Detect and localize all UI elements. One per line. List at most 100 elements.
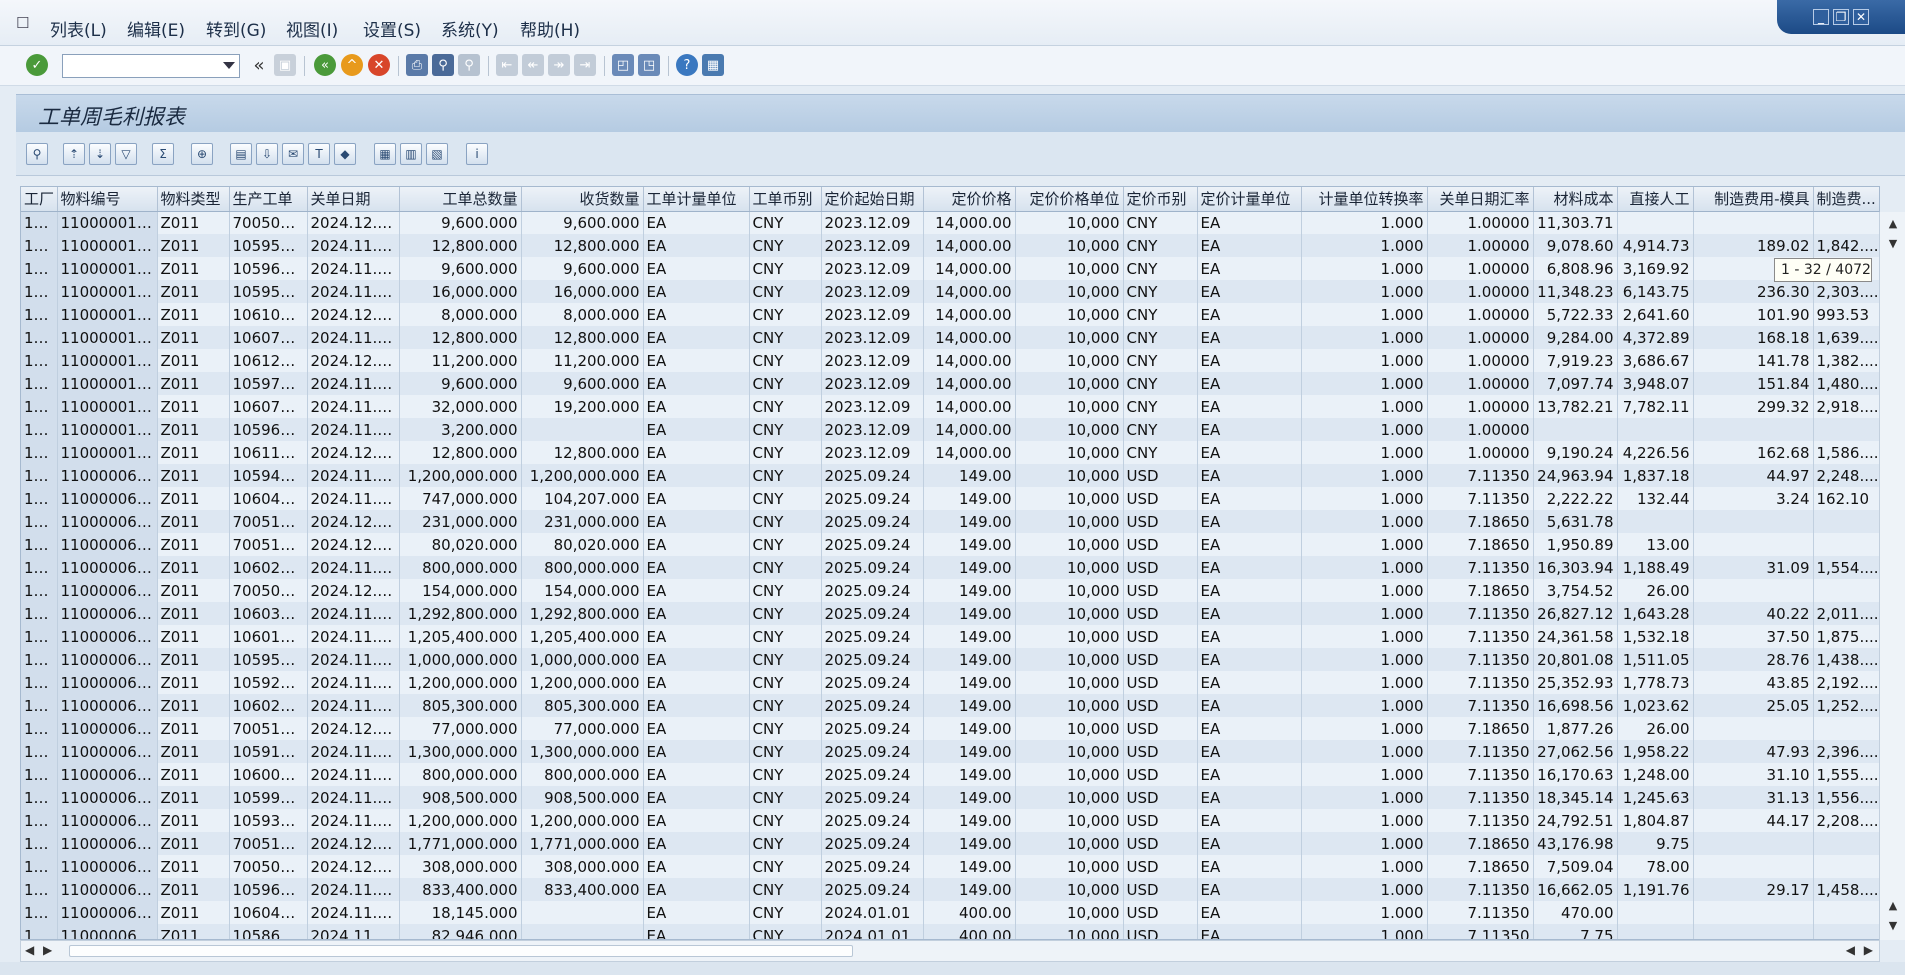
table-cell[interactable]: 1001 [21,855,58,878]
table-cell[interactable]: 1001 [21,510,58,533]
table-cell[interactable]: 1100000152 [57,372,158,395]
table-cell[interactable]: CNY [749,303,822,326]
table-cell[interactable]: 1100000686 [57,924,158,939]
table-cell[interactable]: EA [1197,717,1302,740]
table-cell[interactable]: EA [643,694,750,717]
table-cell[interactable]: 1.000 [1301,878,1428,901]
table-cell[interactable]: 7,509.04 [1533,855,1618,878]
table-cell[interactable]: CNY [749,326,822,349]
table-cell[interactable]: 149.00 [923,809,1016,832]
table-row[interactable]: 10011100000669Z011700509872024.12.03154,… [21,579,1879,602]
table-cell[interactable]: 26,827.12 [1533,602,1618,625]
scroll-left-icon[interactable]: ◀ [25,943,34,957]
table-cell[interactable]: 37.50 [1693,625,1814,648]
table-cell[interactable]: 1001 [21,556,58,579]
column-header[interactable]: 计量单位转换率 [1301,187,1428,212]
table-cell[interactable]: 2025.09.24 [821,855,924,878]
table-cell[interactable]: 189.02 [1693,234,1814,257]
table-cell[interactable] [1693,717,1814,740]
table-cell[interactable]: 12,800.000 [399,326,522,349]
table-cell[interactable]: 10,000 [1015,763,1124,786]
table-cell[interactable]: EA [1197,510,1302,533]
alv-grid[interactable]: 工厂 物料编号 物料类型 生产工单 关单日期 工单总数量 收货数量 工单计量单位 工单币别 定价起… [20,186,1880,940]
table-row[interactable]: 10011100000669Z011106038472024.11.271,29… [21,602,1879,625]
table-cell[interactable]: 1100000669 [57,487,158,510]
table-cell[interactable]: 2,208.... [1813,809,1879,832]
table-cell[interactable]: 7.11350 [1427,556,1534,579]
table-cell[interactable]: 82,946.000 [399,924,522,939]
table-cell[interactable]: CNY [749,901,822,924]
table-cell[interactable]: 2023.12.09 [821,280,924,303]
table-cell[interactable]: 78.00 [1617,855,1694,878]
table-row[interactable]: 10011100000669Z011105943022024.11.161,20… [21,464,1879,487]
table-cell[interactable]: 2,918.... [1813,395,1879,418]
table-cell[interactable]: 14,000.00 [923,395,1016,418]
table-cell[interactable]: 2024.11.20 [307,878,400,901]
table-cell[interactable]: 1.000 [1301,901,1428,924]
horizontal-scrollbar[interactable]: ◀ ▶ ◀ ▶ [20,940,1880,962]
table-cell[interactable]: 1001 [21,349,58,372]
table-cell[interactable]: 2024.12.09 [307,510,400,533]
table-cell[interactable]: CNY [749,510,822,533]
table-row[interactable]: 10011100000669Z011106020762024.11.25800,… [21,556,1879,579]
table-cell[interactable]: 2025.09.24 [821,487,924,510]
table-cell[interactable]: CNY [1123,303,1198,326]
table-cell[interactable]: USD [1123,740,1198,763]
table-cell[interactable]: 16,698.56 [1533,694,1618,717]
table-row[interactable]: 10011100000669Z011700509792024.12.03308,… [21,855,1879,878]
table-row[interactable]: 10011100000669Z011105992132024.11.21908,… [21,786,1879,809]
table-cell[interactable]: 1001 [21,533,58,556]
table-cell[interactable]: CNY [749,395,822,418]
save-layout-icon[interactable]: ▧ [426,143,448,165]
column-header[interactable]: 工单币别 [749,187,822,212]
table-cell[interactable]: 1,532.18 [1617,625,1694,648]
table-cell[interactable]: 25,352.93 [1533,671,1618,694]
table-cell[interactable]: 1,188.49 [1617,556,1694,579]
table-cell[interactable]: 10,000 [1015,510,1124,533]
table-cell[interactable]: CNY [1123,441,1198,464]
table-cell[interactable]: 1.000 [1301,832,1428,855]
table-cell[interactable]: 10596742 [229,418,308,441]
table-cell[interactable]: 11,303.71 [1533,211,1618,234]
table-cell[interactable]: 1.000 [1301,717,1428,740]
column-header[interactable]: 制造费... [1813,187,1879,212]
table-cell[interactable]: 149.00 [923,855,1016,878]
table-cell[interactable]: EA [643,901,750,924]
table-cell[interactable] [1617,901,1694,924]
table-cell[interactable]: 2,222.22 [1533,487,1618,510]
column-header[interactable]: 定价价格单位 [1015,187,1124,212]
table-cell[interactable]: 162.68 [1693,441,1814,464]
table-cell[interactable]: 1100000669 [57,786,158,809]
table-cell[interactable]: CNY [749,556,822,579]
table-cell[interactable] [1617,510,1694,533]
table-cell[interactable]: EA [643,602,750,625]
table-cell[interactable] [1533,418,1618,441]
table-cell[interactable]: 1100000669 [57,556,158,579]
table-cell[interactable]: 149.00 [923,487,1016,510]
table-cell[interactable]: EA [1197,832,1302,855]
sort-descending-icon[interactable]: ⇣ [89,143,111,165]
table-cell[interactable]: Z011 [157,395,230,418]
table-cell[interactable]: 6,808.96 [1533,257,1618,280]
table-cell[interactable]: 747,000.000 [399,487,522,510]
table-cell[interactable]: 149.00 [923,533,1016,556]
table-cell[interactable]: 1,252.... [1813,694,1879,717]
table-cell[interactable]: 1,804.87 [1617,809,1694,832]
table-cell[interactable]: 1.000 [1301,809,1428,832]
table-cell[interactable]: 12,800.000 [521,234,644,257]
enter-icon[interactable]: ✓ [26,54,48,76]
table-cell[interactable]: 1,554.... [1813,556,1879,579]
table-cell[interactable] [1693,855,1814,878]
column-header[interactable]: 定价价格 [923,187,1016,212]
table-cell[interactable]: 10,000 [1015,533,1124,556]
table-cell[interactable]: 1100000669 [57,464,158,487]
table-cell[interactable]: 2024.11.16 [307,464,400,487]
table-cell[interactable] [1813,832,1879,855]
table-cell[interactable]: EA [643,740,750,763]
table-cell[interactable]: 7.11350 [1427,924,1534,939]
table-cell[interactable]: CNY [749,878,822,901]
table-cell[interactable]: 149.00 [923,786,1016,809]
menu-edit[interactable]: 编辑(E) [127,16,185,41]
table-cell[interactable]: 1.00000 [1427,326,1534,349]
table-cell[interactable]: 10599213 [229,786,308,809]
